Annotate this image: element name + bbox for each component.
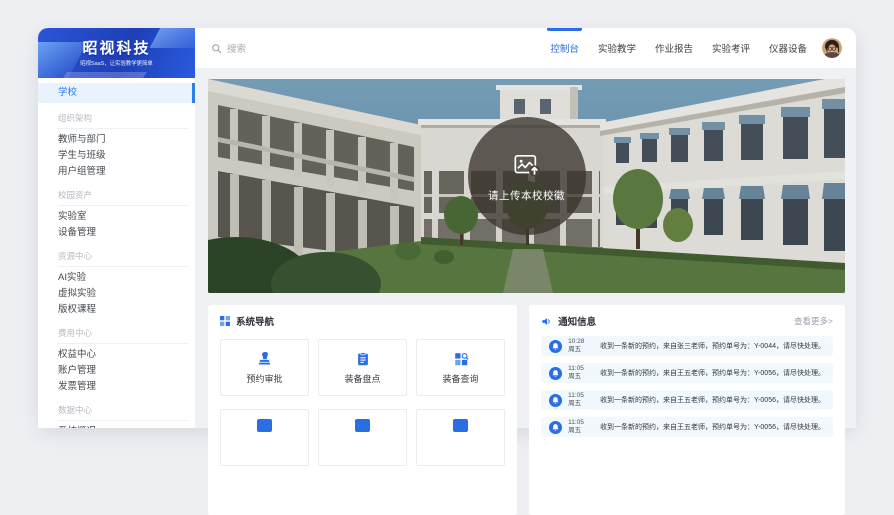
sidebar: 昭视科技 昭视SaaS，让实验教学更简单 学校 组织架构教师与部门学生与班级用户… (38, 28, 195, 428)
bell-icon (549, 340, 562, 353)
notification-item[interactable]: 11:05周五收到一条新的预约，来自王五老师，预约单号为：Y-0056，请尽快处… (541, 363, 833, 383)
brand-logo: 昭视科技 昭视SaaS，让实验教学更简单 (38, 28, 195, 78)
sidebar-item[interactable]: 虚拟实验 (38, 286, 195, 302)
upload-school-badge-label: 请上传本校校徽 (488, 188, 565, 203)
main-content: 请上传本校校徽 系统导航 预约审批装备盘点装备查询 通知信 (195, 68, 856, 428)
topnav: 控制台实验教学作业报告实验考评仪器设备 (550, 28, 807, 68)
clipboard-icon (355, 351, 371, 367)
sidebar-menu: 组织架构教师与部门学生与班级用户组管理校园资产实验室设备管理资源中心 AI实验虚拟… (38, 108, 195, 428)
sidebar-item[interactable]: 账户管理 (38, 363, 195, 379)
sidebar-section: 校园资产实验室设备管理 (38, 185, 195, 241)
campus-banner: 请上传本校校徽 (208, 79, 845, 293)
topbar: 搜索 控制台实验教学作业报告实验考评仪器设备 (195, 28, 856, 68)
notification-time-hour: 11:05 (568, 392, 594, 400)
sidebar-item[interactable]: 实验室 (38, 209, 195, 225)
speaker-icon (541, 316, 552, 327)
notification-text: 收到一条新的预约，来自王五老师，预约单号为：Y-0056，请尽快处理。 (600, 368, 825, 378)
notification-time-day: 周五 (568, 400, 594, 408)
notice-title: 通知信息 (558, 314, 596, 328)
notification-time: 11:05周五 (568, 419, 594, 436)
sidebar-item[interactable]: 设备管理 (38, 225, 195, 241)
nav-card-partial[interactable] (220, 409, 309, 466)
sidebar-item[interactable]: 学生与班级 (38, 148, 195, 164)
user-avatar[interactable] (822, 38, 842, 58)
notification-text: 收到一条新的预约，来自张三老师，预约单号为：Y-0044，请尽快处理。 (600, 341, 825, 351)
search-icon (211, 43, 222, 54)
nav-card-partial-icon (453, 419, 468, 432)
upload-image-icon (512, 150, 542, 180)
nav-card-partial[interactable] (318, 409, 407, 466)
bell-icon (549, 394, 562, 407)
panels-row: 系统导航 预约审批装备盘点装备查询 通知信息 查看更多> 10:28周五收到一条… (208, 305, 845, 515)
sidebar-item[interactable]: 教师与部门 (38, 132, 195, 148)
sidebar-section: 数据中心系统概况 (38, 400, 195, 428)
notification-time-day: 周五 (568, 427, 594, 435)
sidebar-item[interactable]: 系统概况 (38, 424, 195, 428)
nav-cards: 预约审批 装备盘点 装备查询 (220, 339, 505, 466)
system-nav-title: 系统导航 (236, 314, 274, 328)
nav-card-partial[interactable] (416, 409, 505, 466)
brand-tagline: 昭视SaaS，让实验教学更简单 (69, 59, 163, 67)
notice-panel: 通知信息 查看更多> 10:28周五收到一条新的预约，来自张三老师，预约单号为：… (529, 305, 845, 515)
nav-card-partial-icon (257, 419, 272, 432)
sidebar-item[interactable]: AI实验 (38, 270, 195, 286)
brand-title: 昭视科技 (38, 37, 195, 58)
topnav-item[interactable]: 控制台 (550, 28, 579, 68)
nav-card-partial-icon (355, 419, 370, 432)
sidebar-section: 费用中心权益中心账户管理发票管理 (38, 323, 195, 395)
grid-search-icon (453, 351, 469, 367)
topnav-item[interactable]: 作业报告 (655, 28, 693, 68)
nav-card-label: 装备盘点 (345, 372, 381, 385)
topnav-item[interactable]: 实验考评 (712, 28, 750, 68)
sidebar-item[interactable]: 权益中心 (38, 347, 195, 363)
nav-card[interactable]: 预约审批 (220, 339, 309, 396)
bell-icon (549, 367, 562, 380)
sidebar-section-header: 校园资产 (58, 185, 189, 206)
notification-item[interactable]: 11:05周五收到一条新的预约，来自王五老师，预约单号为：Y-0056，请尽快处… (541, 417, 833, 437)
notification-text: 收到一条新的预约，来自王五老师，预约单号为：Y-0056，请尽快处理。 (600, 395, 825, 405)
sidebar-section-header: 费用中心 (58, 323, 189, 344)
sidebar-section-header: 资源中心 (58, 246, 189, 267)
logo-decoration (61, 72, 147, 78)
notification-time: 10:28周五 (568, 338, 594, 355)
notification-text: 收到一条新的预约，来自王五老师，预约单号为：Y-0056，请尽快处理。 (600, 422, 825, 432)
sidebar-section: 组织架构教师与部门学生与班级用户组管理 (38, 108, 195, 180)
avatar-image (822, 38, 842, 58)
sidebar-section-header: 组织架构 (58, 108, 189, 129)
system-nav-panel: 系统导航 预约审批 装备盘点 装备查询 (208, 305, 517, 515)
notification-time-hour: 10:28 (568, 338, 594, 346)
search-placeholder: 搜索 (227, 41, 246, 55)
stamp-icon (256, 350, 273, 367)
app-window: 昭视科技 昭视SaaS，让实验教学更简单 学校 组织架构教师与部门学生与班级用户… (38, 28, 856, 428)
system-nav-header: 系统导航 (220, 314, 505, 328)
upload-school-badge-button[interactable]: 请上传本校校徽 (468, 117, 586, 235)
sidebar-item[interactable]: 用户组管理 (38, 164, 195, 180)
sidebar-item-school-active[interactable]: 学校 (38, 83, 195, 103)
grid-icon (220, 316, 230, 326)
notification-time-hour: 11:05 (568, 365, 594, 373)
nav-card[interactable]: 装备盘点 (318, 339, 407, 396)
view-more-link[interactable]: 查看更多> (794, 315, 833, 327)
sidebar-section: 资源中心 AI实验虚拟实验版权课程 (38, 246, 195, 318)
search-input[interactable]: 搜索 (211, 41, 246, 55)
nav-card-label: 装备查询 (443, 372, 479, 385)
sidebar-section-header: 数据中心 (58, 400, 189, 421)
notification-time: 11:05周五 (568, 365, 594, 382)
notice-list: 10:28周五收到一条新的预约，来自张三老师，预约单号为：Y-0044，请尽快处… (541, 336, 833, 437)
topnav-item[interactable]: 实验教学 (598, 28, 636, 68)
notification-item[interactable]: 11:05周五收到一条新的预约，来自王五老师，预约单号为：Y-0056，请尽快处… (541, 390, 833, 410)
sidebar-item[interactable]: 发票管理 (38, 379, 195, 395)
notification-time: 11:05周五 (568, 392, 594, 409)
bell-icon (549, 421, 562, 434)
sidebar-item[interactable]: 版权课程 (38, 302, 195, 318)
notification-item[interactable]: 10:28周五收到一条新的预约，来自张三老师，预约单号为：Y-0044，请尽快处… (541, 336, 833, 356)
topnav-item[interactable]: 仪器设备 (769, 28, 807, 68)
nav-card[interactable]: 装备查询 (416, 339, 505, 396)
nav-card-label: 预约审批 (247, 372, 283, 385)
notice-header: 通知信息 查看更多> (541, 314, 833, 328)
notification-time-day: 周五 (568, 373, 594, 381)
notification-time-day: 周五 (568, 346, 594, 354)
